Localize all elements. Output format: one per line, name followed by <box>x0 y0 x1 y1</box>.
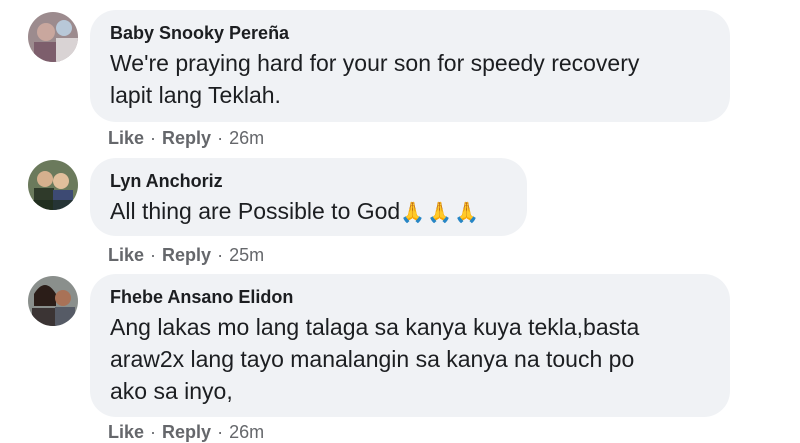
comment-text-line: araw2x lang tayo manalangin sa kanya na … <box>110 346 635 372</box>
comment-text: We're praying hard for your son for spee… <box>110 47 730 111</box>
comment-text-line: lapit lang Teklah. <box>110 82 281 108</box>
comment-text-line: ako sa inyo, <box>110 378 233 404</box>
comment-text: Ang lakas mo lang talaga sa kanya kuya t… <box>110 311 730 407</box>
avatar[interactable] <box>28 276 78 326</box>
praying-hands-emoji: 🙏🙏🙏 <box>400 202 481 224</box>
comment-text-line: Ang lakas mo lang talaga sa kanya kuya t… <box>110 314 640 340</box>
comment-time[interactable]: 26m <box>229 422 264 442</box>
comment-bubble: Fhebe Ansano Elidon Ang lakas mo lang ta… <box>90 274 730 417</box>
comment-text-line: All thing are Possible to God <box>110 198 401 224</box>
comment-actions: Like · Reply · 25m <box>108 245 265 265</box>
comment-time[interactable]: 25m <box>229 245 264 265</box>
avatar[interactable] <box>28 160 78 210</box>
comment-time[interactable]: 26m <box>229 128 264 148</box>
comment-actions: Like · Reply · 26m <box>108 128 265 148</box>
comment-author[interactable]: Baby Snooky Pereña <box>110 22 730 44</box>
reply-link[interactable]: Reply <box>162 422 211 442</box>
comment-text-line: We're praying hard for your son for spee… <box>110 50 640 76</box>
comment-author[interactable]: Lyn Anchoriz <box>110 170 527 192</box>
reply-link[interactable]: Reply <box>162 128 211 148</box>
reply-link[interactable]: Reply <box>162 245 211 265</box>
like-link[interactable]: Like <box>108 128 144 148</box>
comment-bubble: Lyn Anchoriz All thing are Possible to G… <box>90 158 527 236</box>
comment-author[interactable]: Fhebe Ansano Elidon <box>110 286 730 308</box>
like-link[interactable]: Like <box>108 422 144 442</box>
avatar[interactable] <box>28 12 78 62</box>
comment-text: All thing are Possible to God🙏🙏🙏 <box>110 195 527 229</box>
comment-actions: Like · Reply · 26m <box>108 422 265 442</box>
like-link[interactable]: Like <box>108 245 144 265</box>
comment-bubble: Baby Snooky Pereña We're praying hard fo… <box>90 10 730 122</box>
